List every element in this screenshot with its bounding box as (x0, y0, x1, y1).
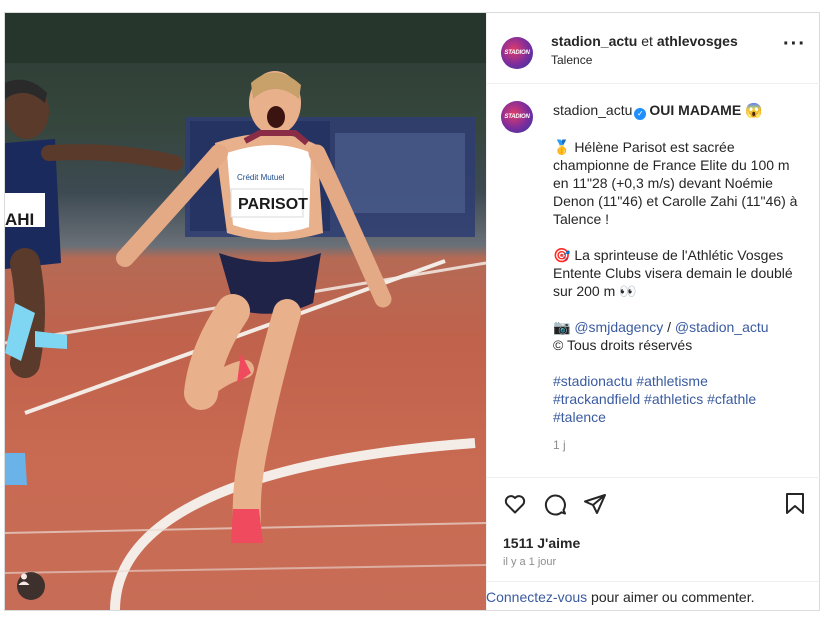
hashtag-line[interactable]: #trackandfield #athletics #cfathle (553, 390, 803, 408)
user-icon (18, 573, 30, 585)
credit-separator: / (667, 319, 672, 335)
profile-avatar[interactable]: STADION (501, 37, 533, 69)
more-horizontal-icon[interactable]: ··· (783, 34, 806, 54)
post-timestamp: il y a 1 jour (503, 556, 557, 568)
coauthor-link[interactable]: athlevosges (657, 33, 738, 49)
caption-avatar[interactable]: STADION (501, 101, 533, 133)
caption-age[interactable]: 1 j (553, 436, 803, 454)
bib-sponsor: Crédit Mutuel (237, 173, 285, 182)
post-caption: STADION stadion_actu ✓ OUI MADAME 😱 🥇 Hélè… (487, 84, 820, 477)
post-author: stadion_actu et athlevosges (551, 33, 738, 49)
profile-logo-text: STADION (504, 50, 530, 56)
heart-icon[interactable] (503, 492, 527, 516)
caption-credits: 📷 @smjdagency / @stadion_actu © Tous dro… (553, 318, 803, 354)
login-bar: Connectez-vous pour aimer ou commenter. (486, 581, 819, 611)
hashtag-line[interactable]: #talence (553, 408, 803, 426)
author-joiner: et (641, 33, 653, 49)
shocked-emoji-icon: 😱 (745, 102, 763, 118)
verified-badge-icon: ✓ (634, 108, 647, 120)
post-photo[interactable]: PARISOT Crédit Mutuel AHI (5, 13, 486, 610)
caption-paragraph-2: 🎯 La sprinteuse de l'Athlétic Vosges Ent… (553, 247, 793, 299)
rights-text: © Tous droits réservés (553, 337, 693, 353)
bookmark-icon[interactable] (784, 492, 806, 516)
location-link[interactable]: Talence (551, 53, 592, 67)
tagged-users-button[interactable] (17, 572, 45, 600)
post-header: STADION stadion_actu et athlevosges Tale… (487, 13, 820, 84)
author-link[interactable]: stadion_actu (551, 33, 637, 49)
credit-link-2[interactable]: @stadion_actu (675, 319, 769, 335)
login-link[interactable]: Connectez-vous (486, 589, 587, 605)
likes-count[interactable]: 1511 J'aime (503, 535, 580, 551)
caption-username[interactable]: stadion_actu (553, 102, 632, 118)
caption-logo-text: STADION (504, 114, 530, 120)
comment-icon[interactable] (543, 492, 567, 516)
post-container: PARISOT Crédit Mutuel AHI STADION stadio… (4, 12, 820, 611)
login-prompt: pour aimer ou commenter. (587, 589, 755, 605)
camera-emoji-icon: 📷 (553, 319, 571, 335)
hashtag-line[interactable]: #stadionactu #athletisme (553, 372, 803, 390)
hashtags: #stadionactu #athletisme #trackandfield … (553, 372, 803, 426)
caption-headline: OUI MADAME (649, 102, 742, 118)
bib-name: PARISOT (238, 196, 308, 213)
post-side-panel: STADION stadion_actu et athlevosges Tale… (486, 13, 820, 610)
photo-illustration: PARISOT Crédit Mutuel AHI (5, 13, 486, 610)
share-icon[interactable] (583, 492, 607, 516)
credit-link-1[interactable]: @smjdagency (574, 319, 663, 335)
caption-text: stadion_actu ✓ OUI MADAME 😱 🥇 Hélène Paris… (553, 101, 803, 454)
caption-paragraph-1: 🥇 Hélène Parisot est sacrée championne d… (553, 139, 798, 227)
left-bib: AHI (5, 210, 34, 229)
